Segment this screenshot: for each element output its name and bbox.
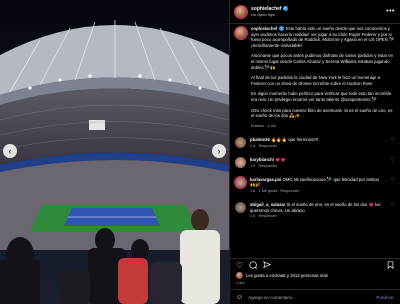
avatar[interactable] bbox=[235, 137, 246, 149]
list-item: pbalme26 🔥🔥🔥 que hermoso!!!! 1 d Respond… bbox=[235, 137, 395, 149]
list-item: karyblanchi 💗💗 1 d Responder ♡ bbox=[235, 157, 395, 169]
comment-time: 1 d bbox=[250, 213, 256, 218]
chevron-left-icon[interactable]: ‹ bbox=[3, 144, 17, 158]
comment-body: abigail_a_salazar Si el sueño de uno, es… bbox=[250, 202, 385, 219]
comment-input[interactable]: Agrega un comentario... bbox=[248, 295, 296, 300]
comment-time: 1 d bbox=[250, 163, 256, 168]
reply-button[interactable]: Responder bbox=[258, 164, 277, 168]
post-side-panel: sophielachef ✓ Us Open Nyc ••• sophielach… bbox=[229, 0, 400, 304]
more-icon[interactable]: ••• bbox=[386, 8, 395, 15]
post-caption: sophielachef ✓ Este había sido un sueño … bbox=[235, 26, 395, 129]
share-icon[interactable] bbox=[263, 260, 272, 271]
comment-time: 1 d bbox=[250, 188, 256, 193]
chevron-right-icon[interactable]: › bbox=[212, 144, 226, 158]
verified-icon: ✓ bbox=[282, 6, 288, 12]
comment-body: pbalme26 🔥🔥🔥 que hermoso!!!! 1 d Respond… bbox=[250, 137, 385, 149]
caption-paragraph: Alucinante que pocos antes pudimos disfr… bbox=[251, 53, 394, 70]
post-header: sophielachef ✓ Us Open Nyc ••• bbox=[230, 0, 400, 24]
caption-meta: Editado · 1 día bbox=[251, 123, 276, 128]
post-time: 1 día bbox=[236, 281, 245, 285]
caption-username[interactable]: sophielachef bbox=[251, 26, 277, 31]
reply-button[interactable]: Responder bbox=[258, 214, 277, 218]
avatar bbox=[236, 272, 243, 279]
reply-button[interactable]: Responder bbox=[258, 144, 277, 148]
comment-time: 1 d bbox=[250, 143, 256, 148]
heart-icon[interactable]: ♡ bbox=[389, 202, 395, 208]
comment-text: 🔥🔥🔥 que hermoso!!!! bbox=[271, 137, 319, 143]
comment-likes[interactable]: 1 Me gusta bbox=[258, 189, 277, 193]
caption-paragraph: En algún momento hubo pellizco para veri… bbox=[251, 91, 392, 102]
stadium-photo bbox=[0, 0, 229, 304]
reply-button[interactable]: Responder bbox=[280, 189, 299, 193]
avatar[interactable] bbox=[235, 176, 246, 188]
comment-username[interactable]: karlavargas.psi bbox=[250, 177, 281, 182]
comment-username[interactable]: pbalme26 bbox=[250, 137, 270, 142]
bookmark-icon[interactable] bbox=[387, 260, 394, 271]
likes-text: Les gusta a erickaa5 y 3414 personas más bbox=[246, 273, 328, 278]
likes-summary[interactable]: Les gusta a erickaa5 y 3414 personas más bbox=[236, 272, 328, 279]
avatar[interactable] bbox=[235, 5, 247, 18]
publish-button[interactable]: Publicar bbox=[376, 295, 394, 300]
header-text: sophielachef ✓ Us Open Nyc bbox=[251, 6, 288, 17]
post-location[interactable]: Us Open Nyc bbox=[251, 12, 288, 17]
comment-username[interactable]: abigail_a_salazar bbox=[250, 202, 285, 207]
list-item: abigail_a_salazar Si el sueño de uno, es… bbox=[235, 202, 395, 219]
avatar[interactable] bbox=[235, 157, 246, 169]
avatar[interactable] bbox=[235, 27, 247, 39]
action-bar: ♡ bbox=[230, 258, 400, 272]
heart-icon[interactable]: ♡ bbox=[389, 177, 395, 183]
comments-scroll-area[interactable]: sophielachef ✓ Este había sido un sueño … bbox=[230, 24, 400, 257]
emoji-icon[interactable]: ☺ bbox=[236, 294, 243, 301]
list-item: karlavargas.psi OMG Mi sueñooooooo 🎾 que… bbox=[235, 176, 395, 194]
caption-text: sophielachef ✓ Este había sido un sueño … bbox=[251, 26, 395, 129]
heart-icon[interactable]: ♡ bbox=[389, 157, 395, 163]
post-photo[interactable]: ‹ › bbox=[0, 0, 229, 304]
comment-icon[interactable] bbox=[249, 260, 258, 271]
add-comment-bar: ☺ Agrega un comentario... Publicar bbox=[230, 289, 400, 304]
heart-icon[interactable]: ♡ bbox=[236, 261, 243, 270]
comment-body: karyblanchi 💗💗 1 d Responder bbox=[250, 157, 385, 169]
caption-paragraph: Otro check más para nuestro libro de ave… bbox=[251, 107, 393, 119]
heart-icon[interactable]: ♡ bbox=[389, 137, 395, 143]
comment-text: 💗💗 bbox=[275, 157, 286, 163]
caption-paragraph: Al final de los partidos la ciudad de Ne… bbox=[251, 75, 380, 86]
avatar[interactable] bbox=[235, 202, 246, 214]
comment-body: karlavargas.psi OMG Mi sueñooooooo 🎾 que… bbox=[250, 177, 385, 194]
comment-username[interactable]: karyblanchi bbox=[250, 157, 274, 162]
